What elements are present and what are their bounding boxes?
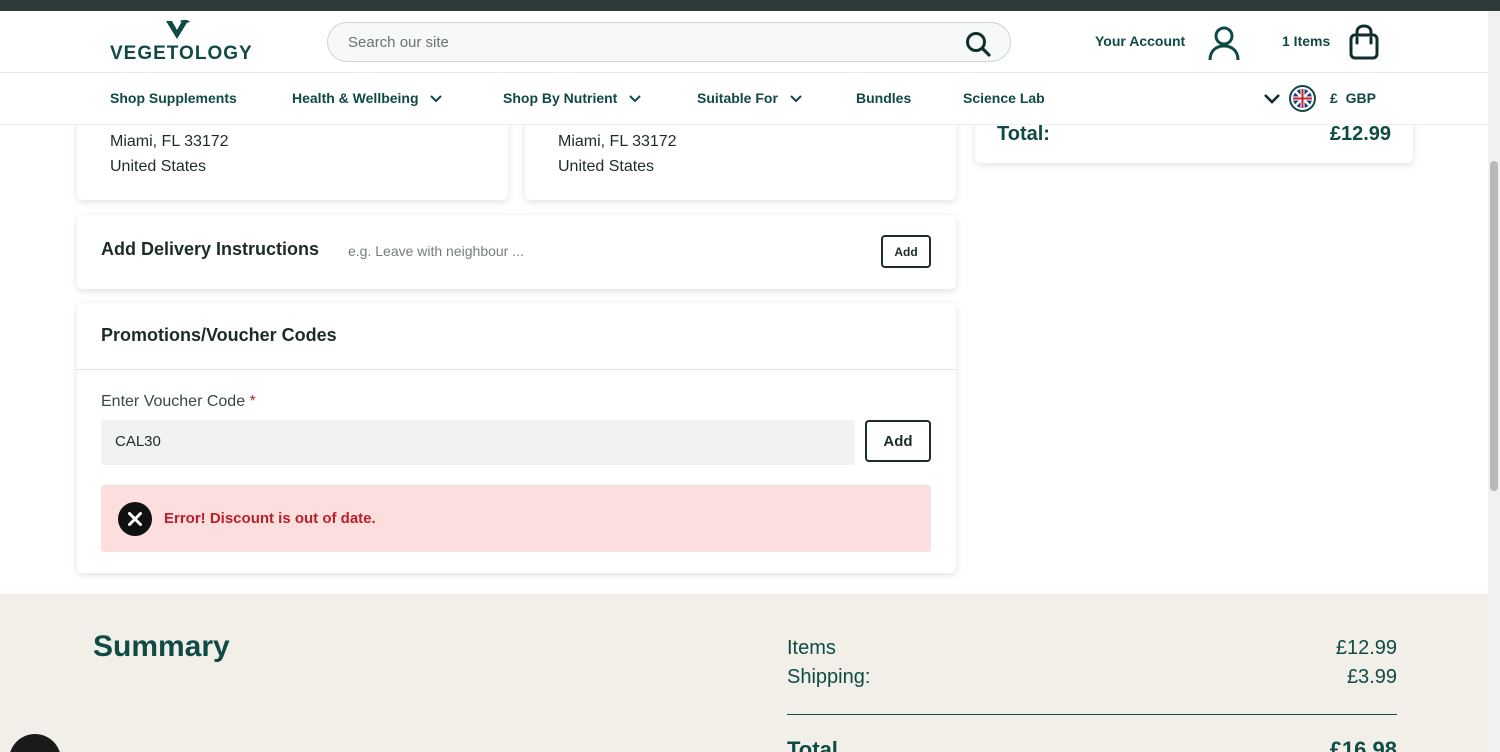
nav-suitable-for[interactable]: Suitable For bbox=[697, 90, 802, 106]
page-scrollbar[interactable] bbox=[1488, 11, 1500, 752]
order-summary: Summary Items £12.99 Shipping: £3.99 Tot… bbox=[0, 594, 1488, 752]
error-close-icon bbox=[118, 502, 152, 536]
required-marker: * bbox=[249, 393, 256, 410]
summary-items-label: Items bbox=[787, 637, 836, 659]
nav-label: Bundles bbox=[856, 90, 912, 106]
currency-selector[interactable]: £ GBP bbox=[1263, 85, 1383, 113]
voucher-error-alert: Error! Discount is out of date. bbox=[101, 485, 931, 552]
voucher-field-label: Enter Voucher Code * bbox=[101, 393, 256, 411]
chevron-down-icon bbox=[629, 95, 641, 103]
site-header: VEGETOLOGY Search our site Your Account … bbox=[0, 11, 1488, 73]
chevron-down-icon bbox=[1264, 94, 1280, 104]
chevron-down-icon bbox=[790, 95, 802, 103]
search-icon[interactable] bbox=[964, 30, 992, 58]
vegetology-logo[interactable]: VEGETOLOGY bbox=[110, 19, 253, 65]
address-country: United States bbox=[110, 158, 207, 175]
nav-label: Suitable For bbox=[697, 90, 778, 106]
nav-label: Shop Supplements bbox=[110, 90, 237, 106]
nav-shop-by-nutrient[interactable]: Shop By Nutrient bbox=[503, 90, 641, 106]
currency-label: £ GBP bbox=[1330, 90, 1376, 106]
order-total-value: £12.99 bbox=[1329, 125, 1391, 145]
summary-total-label: Total bbox=[787, 737, 838, 752]
nav-label: Shop By Nutrient bbox=[503, 90, 618, 106]
browser-top-strip bbox=[0, 0, 1500, 11]
summary-items-row: Items £12.99 bbox=[787, 637, 1397, 660]
delivery-instructions-title: Add Delivery Instructions bbox=[101, 239, 320, 259]
voucher-label-text: Enter Voucher Code bbox=[101, 393, 246, 410]
summary-shipping-value: £3.99 bbox=[1346, 666, 1397, 688]
nav-bundles[interactable]: Bundles bbox=[856, 90, 911, 106]
summary-shipping-label: Shipping: bbox=[787, 666, 871, 688]
summary-title: Summary bbox=[93, 630, 230, 663]
scrollbar-thumb[interactable] bbox=[1490, 161, 1498, 491]
summary-total-value: £16.98 bbox=[1329, 737, 1397, 752]
nav-label: Health & Wellbeing bbox=[292, 90, 419, 106]
divider bbox=[77, 369, 956, 370]
currency-symbol: £ bbox=[1330, 90, 1338, 106]
search-bar[interactable]: Search our site bbox=[327, 22, 1011, 62]
summary-shipping-row: Shipping: £3.99 bbox=[787, 666, 1397, 689]
main-nav: Shop Supplements Health & Wellbeing Shop… bbox=[0, 73, 1488, 125]
nav-health-wellbeing[interactable]: Health & Wellbeing bbox=[292, 90, 443, 106]
order-total-label: Total: bbox=[997, 125, 1050, 145]
account-link[interactable]: Your Account bbox=[1095, 33, 1185, 49]
summary-divider bbox=[787, 714, 1397, 715]
apply-voucher-button[interactable]: Add bbox=[865, 420, 931, 462]
uk-flag-icon bbox=[1289, 85, 1316, 112]
voucher-code-value: CAL30 bbox=[115, 433, 161, 450]
add-delivery-instructions-button[interactable]: Add bbox=[881, 235, 931, 268]
currency-code: GBP bbox=[1345, 90, 1376, 106]
shopping-bag-icon[interactable] bbox=[1347, 24, 1381, 60]
summary-items-value: £12.99 bbox=[1335, 637, 1397, 659]
billing-address-card: Miami, FL 33172 United States bbox=[77, 125, 508, 200]
leaf-v-icon bbox=[166, 19, 190, 39]
shipping-address-card: Miami, FL 33172 United States bbox=[525, 125, 956, 200]
address-country: United States bbox=[558, 158, 655, 175]
nav-shop-supplements[interactable]: Shop Supplements bbox=[110, 90, 237, 106]
chevron-down-icon bbox=[430, 95, 443, 103]
voucher-title: Promotions/Voucher Codes bbox=[101, 325, 337, 345]
nav-science-lab[interactable]: Science Lab bbox=[963, 90, 1045, 106]
nav-label: Science Lab bbox=[963, 90, 1045, 106]
cart-count[interactable]: 1 Items bbox=[1282, 33, 1330, 49]
voucher-card: Promotions/Voucher Codes Enter Voucher C… bbox=[77, 303, 956, 573]
order-total-card: Total: £12.99 bbox=[975, 125, 1413, 163]
logo-text: VEGETOLOGY bbox=[110, 43, 253, 64]
voucher-code-input[interactable]: CAL30 bbox=[101, 420, 855, 465]
address-city-line: Miami, FL 33172 bbox=[558, 133, 677, 150]
search-input[interactable]: Search our site bbox=[348, 34, 449, 51]
summary-total-row: Total £16.98 bbox=[787, 737, 1397, 752]
user-icon[interactable] bbox=[1205, 24, 1243, 62]
voucher-error-message: Error! Discount is out of date. bbox=[164, 510, 376, 527]
address-city-line: Miami, FL 33172 bbox=[110, 133, 229, 150]
delivery-instructions-card: Add Delivery Instructions e.g. Leave wit… bbox=[77, 215, 956, 289]
checkout-content: Miami, FL 33172 United States Miami, FL … bbox=[0, 125, 1488, 594]
delivery-instructions-input[interactable]: e.g. Leave with neighbour ... bbox=[348, 243, 524, 259]
